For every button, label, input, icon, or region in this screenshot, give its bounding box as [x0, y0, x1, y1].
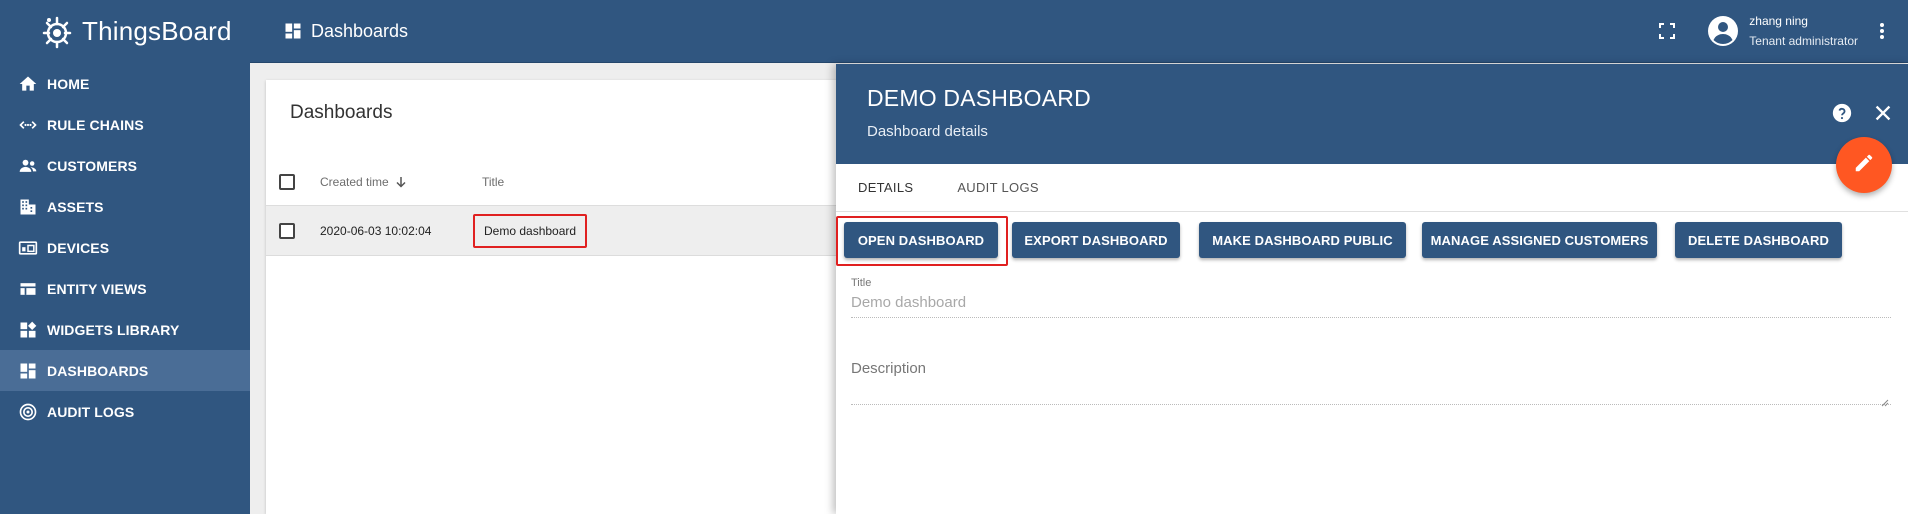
top-bar: Dashboards zhang ning Tenant administrat…	[250, 0, 1908, 63]
row-title[interactable]: Demo dashboard	[473, 213, 588, 248]
widgets-library-icon	[16, 318, 40, 342]
logo[interactable]: ThingsBoard	[0, 0, 250, 63]
title-input[interactable]: Demo dashboard	[851, 294, 1891, 318]
make-dashboard-public-button[interactable]: MAKE DASHBOARD PUBLIC	[1199, 222, 1406, 258]
sidebar-item-dashboards[interactable]: DASHBOARDS	[0, 350, 250, 391]
table-header: Created time Title	[266, 158, 866, 206]
sidebar-item-label: AUDIT LOGS	[47, 403, 135, 420]
help-icon[interactable]	[1831, 102, 1855, 126]
pencil-icon	[1853, 152, 1875, 179]
select-all-checkbox[interactable]	[279, 173, 295, 190]
details-header: DEMO DASHBOARD Dashboard details	[836, 64, 1908, 193]
manage-assigned-customers-button[interactable]: MANAGE ASSIGNED CUSTOMERS	[1422, 222, 1657, 258]
audit-logs-icon	[16, 400, 40, 424]
sidebar-item-entity-views[interactable]: ENTITY VIEWS	[0, 268, 250, 309]
edit-button[interactable]	[1836, 137, 1892, 193]
sidebar-item-rule-chains[interactable]: RULE CHAINS	[0, 104, 250, 145]
avatar[interactable]	[1707, 15, 1739, 47]
dashboards-icon	[283, 21, 303, 41]
row-select-cell	[266, 222, 320, 239]
description-field-label: Description	[851, 360, 927, 377]
user-info[interactable]: zhang ning Tenant administrator	[1749, 14, 1858, 48]
sidebar-item-label: ASSETS	[47, 198, 104, 215]
title-cell: Demo dashboard	[473, 213, 866, 248]
tab-audit-logs[interactable]: AUDIT LOGS	[935, 163, 1061, 211]
created-time-cell: 2020-06-03 10:02:04	[320, 223, 432, 238]
home-icon	[16, 72, 40, 96]
close-icon[interactable]	[1872, 102, 1896, 126]
sidebar-item-label: CUSTOMERS	[47, 157, 138, 174]
dashboard-details-panel: DEMO DASHBOARD Dashboard details DETAILS…	[836, 64, 1908, 514]
tab-details[interactable]: DETAILS	[836, 163, 935, 211]
details-subtitle: Dashboard details	[867, 123, 988, 140]
details-tabs: DETAILS AUDIT LOGS	[836, 164, 1908, 212]
open-dashboard-button[interactable]: OPEN DASHBOARD	[844, 222, 998, 258]
sidebar-item-label: HOME	[47, 75, 90, 92]
sidebar-item-label: RULE CHAINS	[47, 116, 144, 133]
entity-views-icon	[16, 277, 40, 301]
user-role: Tenant administrator	[1749, 34, 1858, 48]
sidebar-item-audit-logs[interactable]: AUDIT LOGS	[0, 391, 250, 432]
title-field[interactable]: Title Demo dashboard	[851, 277, 1891, 318]
sidebar-item-label: ENTITY VIEWS	[47, 280, 147, 297]
sidebar: ThingsBoard HOME RULE CHAINS CUSTOMERS A…	[0, 0, 250, 514]
fullscreen-icon[interactable]	[1655, 19, 1679, 43]
title-field-label: Title	[851, 277, 872, 289]
row-checkbox[interactable]	[279, 222, 295, 239]
user-area: zhang ning Tenant administrator	[1655, 0, 1908, 63]
description-input[interactable]	[851, 377, 1891, 407]
sidebar-nav: HOME RULE CHAINS CUSTOMERS ASSETS DEVICE…	[0, 63, 250, 432]
dashboards-icon	[16, 359, 40, 383]
rule-chains-icon	[16, 113, 40, 137]
sidebar-item-devices[interactable]: DEVICES	[0, 227, 250, 268]
sidebar-item-widgets-library[interactable]: WIDGETS LIBRARY	[0, 309, 250, 350]
devices-icon	[16, 236, 40, 260]
action-buttons: OPEN DASHBOARD EXPORT DASHBOARD MAKE DAS…	[836, 212, 1908, 270]
sidebar-item-customers[interactable]: CUSTOMERS	[0, 145, 250, 186]
sidebar-item-label: DEVICES	[47, 239, 110, 256]
dashboards-list-card: Dashboards Created time Title 2020-06-03…	[266, 80, 866, 514]
sidebar-item-assets[interactable]: ASSETS	[0, 186, 250, 227]
more-vert-icon[interactable]	[1870, 19, 1894, 43]
breadcrumb: Dashboards	[283, 21, 408, 42]
column-header-label: Title	[482, 174, 505, 189]
resize-handle-icon[interactable]	[1881, 394, 1889, 407]
column-created-time[interactable]: Created time	[320, 175, 482, 189]
thingsboard-logo-icon	[38, 13, 76, 51]
customers-icon	[16, 154, 40, 178]
assets-icon	[16, 195, 40, 219]
list-title: Dashboards	[290, 102, 393, 123]
description-field[interactable]: Description	[851, 360, 1891, 407]
export-dashboard-button[interactable]: EXPORT DASHBOARD	[1012, 222, 1180, 258]
details-title: DEMO DASHBOARD	[867, 85, 1091, 111]
column-title[interactable]: Title	[482, 175, 866, 189]
sidebar-item-label: WIDGETS LIBRARY	[47, 321, 180, 338]
user-name: zhang ning	[1749, 14, 1808, 28]
select-all-cell	[266, 173, 320, 190]
arrow-down-icon	[395, 176, 407, 188]
table-row[interactable]: 2020-06-03 10:02:04 Demo dashboard	[266, 206, 866, 256]
delete-dashboard-button[interactable]: DELETE DASHBOARD	[1675, 222, 1842, 258]
app-name: ThingsBoard	[82, 16, 232, 46]
page-title: Dashboards	[311, 20, 409, 41]
sidebar-item-home[interactable]: HOME	[0, 63, 250, 104]
column-header-label: Created time	[320, 174, 389, 189]
sidebar-item-label: DASHBOARDS	[47, 362, 149, 379]
